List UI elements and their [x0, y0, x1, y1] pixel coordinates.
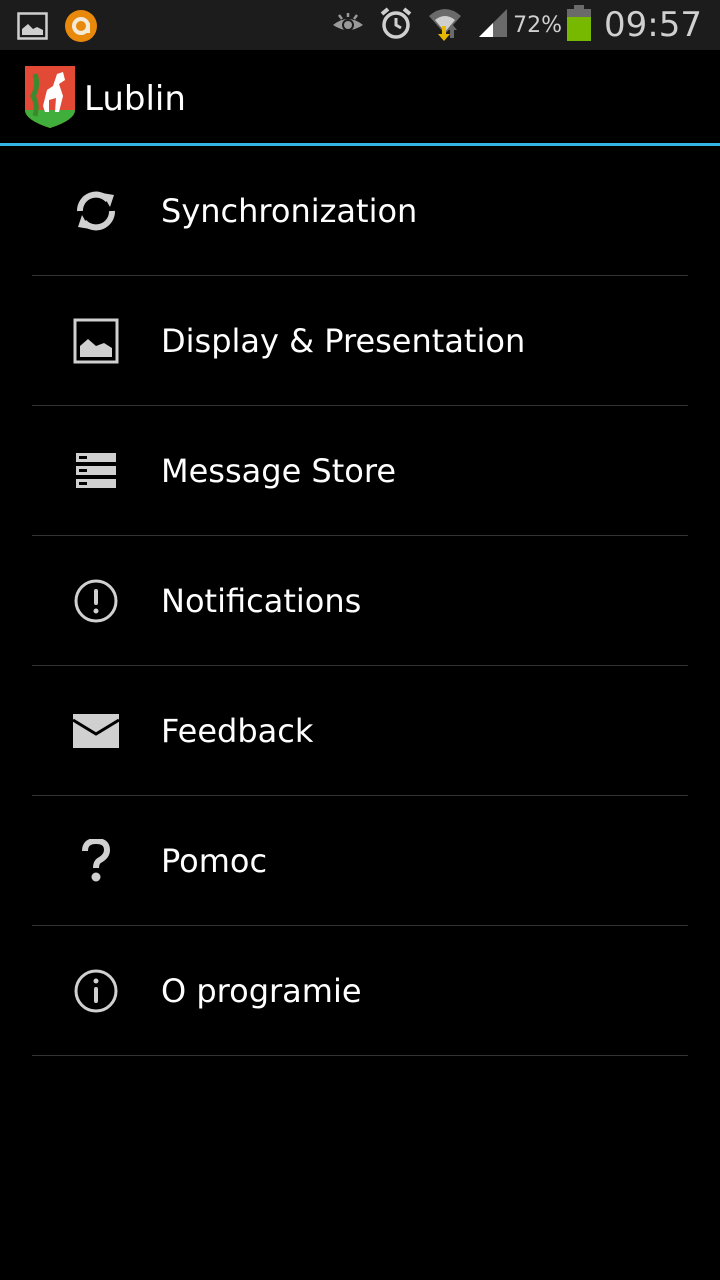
menu-item-label: O programie	[161, 971, 362, 1010]
help-icon	[72, 837, 120, 885]
battery-percent: 72%	[513, 12, 563, 38]
menu-item-label: Display & Presentation	[161, 321, 526, 360]
alarm-icon	[379, 6, 413, 44]
storage-icon	[72, 447, 120, 495]
action-bar: Lublin	[0, 50, 720, 146]
menu-item-pomoc[interactable]: Pomoc	[32, 796, 688, 926]
alert-icon	[72, 577, 120, 625]
menu-item-notifications[interactable]: Notifications	[32, 536, 688, 666]
lublin-coat-of-arms-icon[interactable]	[25, 66, 75, 132]
wifi-icon	[427, 4, 463, 46]
menu-item-label: Pomoc	[161, 841, 268, 880]
menu-item-o-programie[interactable]: O programie	[32, 926, 688, 1056]
info-icon	[72, 967, 120, 1015]
signal-icon	[477, 7, 509, 43]
menu-item-feedback[interactable]: Feedback	[32, 666, 688, 796]
menu-item-display-presentation[interactable]: Display & Presentation	[32, 276, 688, 406]
gallery-notification-icon	[17, 12, 48, 44]
status-bar: 72% 09:57	[0, 0, 720, 50]
sync-icon	[72, 187, 120, 235]
settings-menu: Synchronization Display & Presentation M…	[32, 146, 688, 1056]
menu-item-label: Notifications	[161, 581, 362, 620]
mail-icon	[72, 707, 120, 755]
menu-item-label: Synchronization	[161, 191, 418, 230]
app-notification-icon	[64, 9, 98, 47]
menu-item-message-store[interactable]: Message Store	[32, 406, 688, 536]
app-title: Lublin	[84, 79, 186, 119]
battery-icon	[566, 5, 592, 45]
menu-item-synchronization[interactable]: Synchronization	[32, 146, 688, 276]
smart-stay-eye-icon	[331, 11, 365, 39]
menu-item-label: Feedback	[161, 711, 314, 750]
clock: 09:57	[604, 5, 702, 45]
image-icon	[72, 317, 120, 365]
menu-item-label: Message Store	[161, 451, 396, 490]
